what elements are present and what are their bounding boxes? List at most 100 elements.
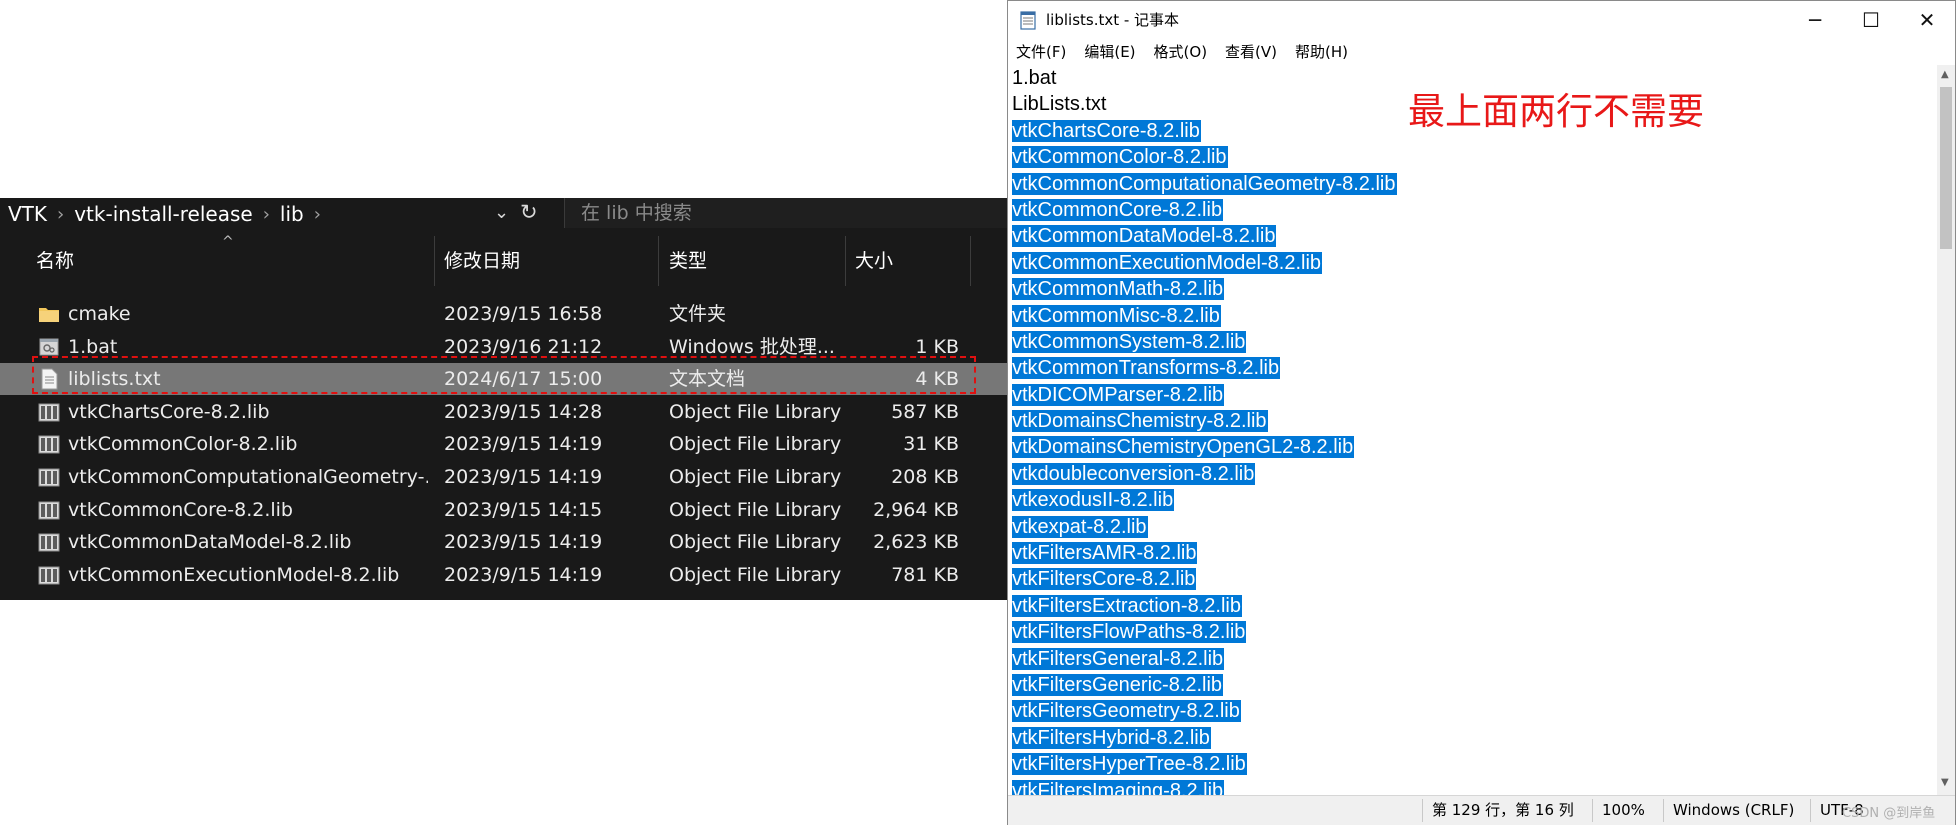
menu-help[interactable]: 帮助(H) [1287, 39, 1356, 65]
menu-edit[interactable]: 编辑(E) [1076, 39, 1143, 65]
breadcrumb-item-install[interactable]: vtk-install-release [74, 202, 253, 226]
menu-format[interactable]: 格式(O) [1146, 39, 1216, 65]
chevron-down-icon[interactable]: ⌄ [494, 202, 509, 223]
selected-text: vtkFiltersGeneral-8.2.lib [1012, 647, 1225, 670]
column-headers: 名称 ^ 修改日期 类型 大小 [0, 234, 1007, 286]
selected-text: vtkCommonExecutionModel-8.2.lib [1012, 251, 1323, 274]
selected-text: vtkFiltersExtraction-8.2.lib [1012, 594, 1242, 617]
title-bar[interactable]: liblists.txt - 记事本 ─ ☐ ✕ [1008, 1, 1955, 39]
status-bar: 第 129 行，第 16 列 100% Windows (CRLF) UTF-8… [1008, 795, 1955, 825]
status-position: 第 129 行，第 16 列 [1432, 801, 1574, 819]
selected-text: vtkCommonCore-8.2.lib [1012, 198, 1224, 221]
file-size [850, 298, 959, 330]
text-line: vtkCommonExecutionModel-8.2.lib [1012, 250, 1937, 276]
text-line: vtkFiltersAMR-8.2.lib [1012, 540, 1937, 566]
selected-text: vtkFiltersCore-8.2.lib [1012, 568, 1197, 591]
scrollbar-thumb[interactable] [1940, 87, 1952, 249]
selected-text: vtkFiltersGeometry-8.2.lib [1012, 700, 1241, 723]
column-header-type[interactable]: 类型 [659, 236, 845, 286]
window-title: liblists.txt - 记事本 [1046, 11, 1180, 29]
selected-text: vtkFiltersHyperTree-8.2.lib [1012, 753, 1247, 776]
menu-view[interactable]: 查看(V) [1217, 39, 1285, 65]
text-line: vtkFiltersHybrid-8.2.lib [1012, 725, 1937, 751]
sort-ascending-icon: ^ [222, 234, 234, 250]
search-box [564, 198, 1007, 228]
chevron-right-icon: › [262, 203, 270, 225]
selected-text: vtkCommonMisc-8.2.lib [1012, 304, 1221, 327]
file-row[interactable]: vtkChartsCore-8.2.lib 2023/9/15 14:28 Obje… [0, 396, 1007, 428]
folder-icon [38, 303, 60, 325]
file-type: 文件夹 [669, 303, 727, 325]
scroll-down-icon[interactable]: ▼ [1941, 777, 1949, 788]
file-row[interactable]: vtkCommonComputationalGeometry-... 2023/9… [0, 461, 1007, 493]
refresh-icon[interactable]: ↻ [520, 200, 538, 224]
breadcrumb-item-lib[interactable]: lib [280, 202, 304, 226]
column-header-size[interactable]: 大小 [845, 236, 970, 286]
file-date: 2023/9/15 14:15 [444, 498, 603, 521]
file-row[interactable]: vtkCommonCore-8.2.lib 2023/9/15 14:15 Obje… [0, 494, 1007, 526]
selected-text: vtkCommonColor-8.2.lib [1012, 146, 1228, 169]
file-type: Object File Library [669, 563, 842, 586]
watermark: CSDN @到岸鱼 [1842, 806, 1936, 821]
minimize-button[interactable]: ─ [1787, 1, 1843, 39]
text-line: vtkCommonCore-8.2.lib [1012, 197, 1937, 223]
file-size: 31 KB [903, 433, 959, 456]
file-name: cmake [68, 303, 131, 325]
notepad-icon [1020, 11, 1036, 30]
selected-text: vtkCommonComputationalGeometry-8.2.lib [1012, 172, 1397, 195]
text-line: vtkdoubleconversion-8.2.lib [1012, 461, 1937, 487]
text-line: vtkFiltersFlowPaths-8.2.lib [1012, 619, 1937, 645]
text-line: vtkCommonColor-8.2.lib [1012, 144, 1937, 170]
file-date: 2023/9/15 14:19 [444, 433, 603, 456]
selected-text: vtkCommonTransforms-8.2.lib [1012, 357, 1281, 380]
address-bar: VTK › vtk-install-release › lib › ⌄ ↻ [0, 198, 1007, 228]
selected-text: vtkCommonMath-8.2.lib [1012, 278, 1225, 301]
text-line: vtkFiltersGeneric-8.2.lib [1012, 672, 1937, 698]
chevron-right-icon: › [57, 203, 65, 225]
file-name: vtkCommonExecutionModel-8.2.lib [68, 563, 400, 586]
menu-file[interactable]: 文件(F) [1008, 39, 1074, 65]
file-row[interactable]: vtkCommonExecutionModel-8.2.lib 2023/9/15… [0, 559, 1007, 591]
selected-text: vtkexodusII-8.2.lib [1012, 489, 1175, 512]
maximize-button[interactable]: ☐ [1843, 1, 1899, 39]
file-date: 2023/9/15 14:19 [444, 531, 603, 554]
text-line: vtkCommonDataModel-8.2.lib [1012, 223, 1937, 249]
chevron-right-icon[interactable]: › [314, 204, 321, 225]
notepad-window: liblists.txt - 记事本 ─ ☐ ✕ 文件(F) 编辑(E) 格式(… [1007, 0, 1956, 825]
file-type: Object File Library [669, 466, 842, 488]
column-header-date[interactable]: 修改日期 [434, 236, 658, 286]
selection-highlight-outline [32, 356, 976, 394]
search-input[interactable] [579, 200, 1003, 226]
file-name: vtkCommonCore-8.2.lib [68, 498, 293, 521]
scroll-up-icon[interactable]: ▲ [1941, 69, 1949, 80]
file-name: vtkCommonColor-8.2.lib [68, 433, 298, 456]
selected-text: vtkChartsCore-8.2.lib [1012, 119, 1201, 142]
status-zoom: 100% [1602, 801, 1645, 819]
file-row[interactable]: cmake 2023/9/15 16:58 文件夹 [0, 298, 1007, 330]
text-line: vtkexpat-8.2.lib [1012, 514, 1937, 540]
file-size: 587 KB [891, 400, 959, 423]
selected-text: vtkCommonSystem-8.2.lib [1012, 330, 1247, 353]
close-button[interactable]: ✕ [1899, 1, 1955, 39]
text-line: vtkDomainsChemistryOpenGL2-8.2.lib [1012, 434, 1937, 460]
file-row[interactable]: vtkCommonColor-8.2.lib 2023/9/15 14:19 Obj… [0, 428, 1007, 460]
text-editor[interactable]: 1.bat LibLists.txt vtkChartsCore-8.2.lib vt… [1012, 65, 1937, 795]
vertical-scrollbar[interactable]: ▲ ▼ [1937, 65, 1955, 795]
text-line: vtkFiltersExtraction-8.2.lib [1012, 593, 1937, 619]
library-file-icon [38, 564, 60, 586]
menu-bar: 文件(F) 编辑(E) 格式(O) 查看(V) 帮助(H) [1008, 39, 1955, 65]
file-date: 2023/9/15 14:28 [444, 400, 603, 423]
selected-text: vtkFiltersImaging-8.2.lib [1012, 779, 1225, 795]
file-row[interactable]: vtkCommonDataModel-8.2.lib 2023/9/15 14:1… [0, 526, 1007, 558]
column-divider[interactable] [970, 236, 971, 286]
file-size: 208 KB [891, 466, 959, 488]
batch-file-icon [38, 336, 60, 358]
library-file-icon [38, 433, 60, 455]
status-divider [1422, 799, 1423, 822]
file-type: Object File Library [669, 498, 842, 521]
file-explorer-window: VTK › vtk-install-release › lib › ⌄ ↻ 名称… [0, 198, 1007, 600]
file-name: vtkCommonComputationalGeometry-... [68, 466, 428, 488]
selected-text: vtkFiltersAMR-8.2.lib [1012, 542, 1198, 565]
file-date: 2023/9/15 14:19 [444, 563, 603, 586]
breadcrumb-item-vtk[interactable]: VTK [8, 202, 47, 226]
